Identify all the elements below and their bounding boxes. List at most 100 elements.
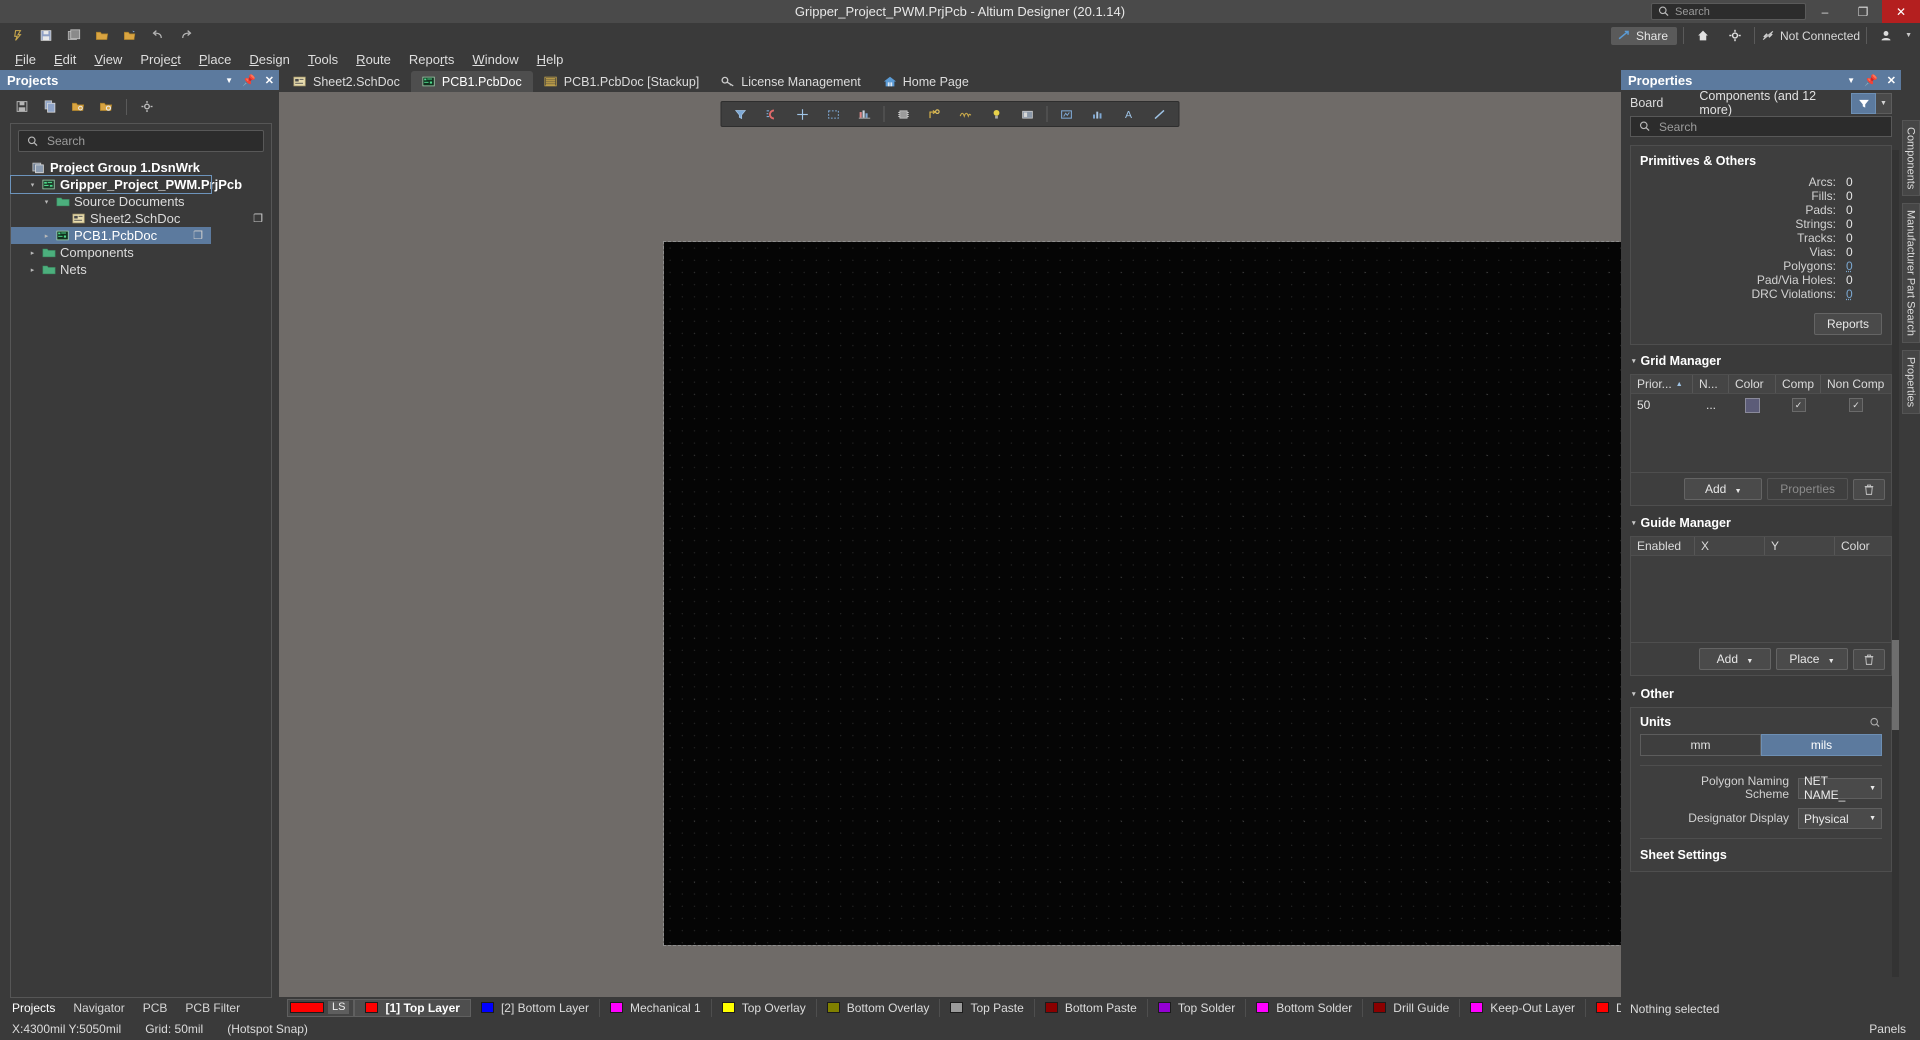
line-icon[interactable]: [1145, 103, 1175, 125]
close-icon[interactable]: ✕: [1887, 74, 1896, 87]
menu-reports[interactable]: Reports: [400, 49, 464, 70]
document-tab-pcb1-pcbdoc[interactable]: PCB1.PcbDoc: [410, 71, 533, 92]
undo-icon[interactable]: [145, 25, 171, 47]
collapse-triangle-icon[interactable]: ▾: [1632, 519, 1636, 527]
document-tab-home-page[interactable]: Home Page: [872, 71, 980, 92]
grid-manager-header[interactable]: ▾ Grid Manager: [1632, 354, 1892, 368]
pin-icon[interactable]: 📌: [242, 74, 256, 87]
tree-item-source-documents[interactable]: ▾ Source Documents: [11, 193, 271, 210]
units-option-mils[interactable]: mils: [1761, 734, 1882, 756]
layer-tab-bottom-paste[interactable]: Bottom Paste: [1035, 998, 1148, 1017]
reports-button[interactable]: Reports: [1813, 313, 1882, 335]
share-button[interactable]: Share: [1610, 26, 1677, 45]
menu-help[interactable]: Help: [528, 49, 573, 70]
grid-col-comp[interactable]: Comp: [1776, 375, 1821, 393]
tree-arrow-collapsed[interactable]: ▸: [41, 232, 52, 240]
guide-manager-header[interactable]: ▾ Guide Manager: [1632, 516, 1892, 530]
layer-tab-drill-drawing[interactable]: Drill Drawing: [1586, 999, 1621, 1017]
crosshair-icon[interactable]: [788, 103, 818, 125]
save-icon[interactable]: [10, 96, 34, 118]
menu-file[interactable]: File: [6, 49, 45, 70]
menu-design[interactable]: Design: [240, 49, 298, 70]
collapse-triangle-icon[interactable]: ▾: [1632, 357, 1636, 365]
guide-col-enabled[interactable]: Enabled: [1631, 537, 1695, 555]
properties-search-input[interactable]: Search: [1630, 116, 1892, 137]
other-section-header[interactable]: ▾ Other: [1632, 687, 1892, 701]
chevron-down-icon[interactable]: ▼: [1847, 76, 1855, 85]
measure-icon[interactable]: [951, 103, 981, 125]
document-tab-sheet2-schdoc[interactable]: Sheet2.SchDoc: [282, 71, 411, 92]
designator-display-select[interactable]: Physical ▼: [1798, 808, 1882, 829]
grid-col-name[interactable]: N...: [1693, 375, 1729, 393]
units-option-mm[interactable]: mm: [1640, 734, 1761, 756]
document-tab-pcb1-stackup[interactable]: PCB1.PcbDoc [Stackup]: [533, 71, 710, 92]
grid-row-color[interactable]: [1729, 394, 1776, 416]
pcb-canvas[interactable]: A: [279, 92, 1621, 997]
split-view-icon[interactable]: [1052, 103, 1082, 125]
layer-tab-top-layer[interactable]: [1] Top Layer: [354, 998, 471, 1017]
panels-button[interactable]: Panels: [1855, 1022, 1920, 1036]
close-icon[interactable]: ✕: [265, 74, 274, 87]
comp-checkbox[interactable]: ✓: [1791, 398, 1806, 412]
grid-row-comp[interactable]: ✓: [1776, 394, 1821, 416]
properties-scroll-area[interactable]: Primitives & Others Arcs: 0 Fills: 0 Pad…: [1621, 145, 1901, 999]
magnet-snap-icon[interactable]: [757, 103, 787, 125]
altium-logo-icon[interactable]: [5, 25, 31, 47]
layer-tab-drill-guide[interactable]: Drill Guide: [1363, 998, 1461, 1017]
tree-item-components[interactable]: ▸ Components: [11, 244, 271, 261]
tree-item-project-group[interactable]: Project Group 1.DsnWrk: [11, 159, 271, 176]
filter-icon[interactable]: [1851, 92, 1876, 114]
layer-tab-bottom-overlay[interactable]: Bottom Overlay: [817, 998, 941, 1017]
chart-icon[interactable]: [1083, 103, 1113, 125]
settings-gear-icon[interactable]: [135, 96, 159, 118]
guide-col-x[interactable]: X: [1695, 537, 1765, 555]
properties-scrollbar[interactable]: [1892, 150, 1899, 977]
project-options-icon[interactable]: [94, 96, 118, 118]
layer-tab-bottom-layer[interactable]: [2] Bottom Layer: [471, 998, 600, 1017]
tree-arrow-expanded[interactable]: ▾: [41, 198, 52, 206]
menu-route[interactable]: Route: [347, 49, 400, 70]
dock-tab-properties[interactable]: Properties: [1901, 350, 1920, 415]
non-comp-checkbox[interactable]: ✓: [1849, 398, 1863, 412]
tree-item-gripper-project[interactable]: ▾ Gripper_Project_PWM.PrjPcb: [10, 175, 242, 194]
menu-window[interactable]: Window: [463, 49, 527, 70]
board-planning-icon[interactable]: [1013, 103, 1043, 125]
chevron-down-icon[interactable]: ▼: [225, 76, 233, 85]
panel-tab-navigator[interactable]: Navigator: [64, 999, 133, 1017]
layer-tab-bottom-solder[interactable]: Bottom Solder: [1246, 998, 1364, 1017]
minimize-button[interactable]: –: [1806, 0, 1844, 23]
grid-manager-row[interactable]: 50 ... ✓ ✓: [1631, 394, 1891, 416]
guide-delete-button[interactable]: [1853, 648, 1885, 670]
grid-col-color[interactable]: Color: [1729, 375, 1776, 393]
tree-item-nets[interactable]: ▸ Nets: [11, 261, 271, 278]
tree-item-pcb1-pcbdoc[interactable]: ▸ PCB1.PcbDoc ❐: [11, 227, 211, 244]
account-chevron-icon[interactable]: ▼: [1905, 32, 1912, 39]
text-icon[interactable]: A: [1114, 103, 1144, 125]
panel-tab-projects[interactable]: Projects: [3, 999, 64, 1017]
home-icon[interactable]: [1690, 25, 1716, 47]
primitive-value[interactable]: 0: [1836, 287, 1882, 301]
user-account-icon[interactable]: [1873, 25, 1899, 47]
grid-add-button[interactable]: Add ▼: [1684, 478, 1763, 500]
panel-tab-pcb-filter[interactable]: PCB Filter: [176, 999, 249, 1017]
open-project-icon[interactable]: [117, 25, 143, 47]
pcb-board-outline[interactable]: [663, 241, 1621, 946]
save-icon[interactable]: [33, 25, 59, 47]
close-button[interactable]: ✕: [1882, 0, 1920, 23]
filter-icon[interactable]: [726, 103, 756, 125]
tree-arrow-expanded[interactable]: ▾: [27, 181, 38, 189]
redo-icon[interactable]: [173, 25, 199, 47]
grid-col-priority[interactable]: Prior... ▲: [1631, 375, 1693, 393]
select-area-icon[interactable]: [819, 103, 849, 125]
highlight-icon[interactable]: [982, 103, 1012, 125]
properties-scrollbar-thumb[interactable]: [1892, 640, 1899, 730]
menu-place[interactable]: Place: [190, 49, 241, 70]
panel-tab-pcb[interactable]: PCB: [134, 999, 177, 1017]
collapse-triangle-icon[interactable]: ▾: [1632, 690, 1636, 698]
filter-dropdown-chevron-icon[interactable]: ▼: [1876, 92, 1892, 114]
projects-search-input[interactable]: Search: [18, 130, 264, 152]
pin-icon[interactable]: 📌: [1864, 74, 1878, 87]
save-all-icon[interactable]: [61, 25, 87, 47]
grid-col-non-comp[interactable]: Non Comp: [1821, 375, 1891, 393]
document-tab-license-management[interactable]: License Management: [710, 71, 872, 92]
